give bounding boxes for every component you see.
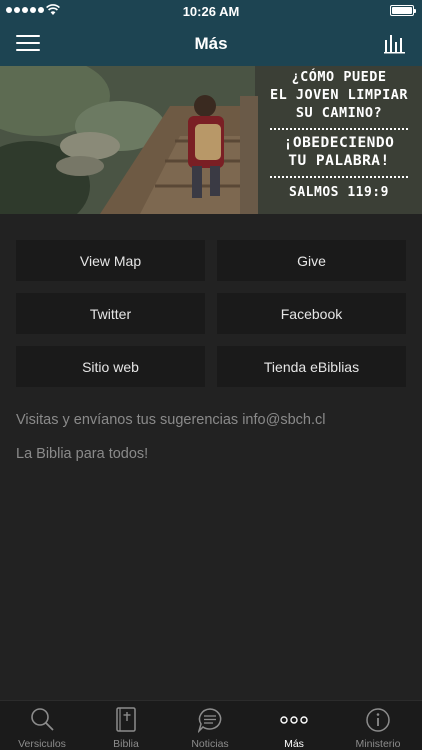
tab-bar: Versiculos Biblia Noticias Más Ministeri… [0, 700, 422, 750]
more-icon [280, 716, 308, 724]
banner-image: ¿CÓMO PUEDE EL JOVEN LIMPIAR SU CAMINO? … [0, 66, 422, 214]
nav-bar: Más [0, 22, 422, 66]
website-button[interactable]: Sitio web [16, 346, 205, 387]
verse-question-line: EL JOVEN LIMPIAR [269, 87, 409, 103]
twitter-button[interactable]: Twitter [16, 293, 205, 334]
bible-icon [116, 707, 136, 732]
tab-versiculos[interactable]: Versiculos [0, 701, 84, 750]
tab-label: Más [284, 738, 304, 750]
tab-ministerio[interactable]: Ministerio [336, 701, 420, 750]
verse-question-line: ¿CÓMO PUEDE [291, 69, 387, 85]
page-title: Más [194, 34, 228, 53]
tab-noticias[interactable]: Noticias [168, 701, 252, 750]
contact-text: Visitas y envíanos tus sugerencias info@… [16, 412, 326, 428]
info-icon [366, 708, 390, 732]
status-time: 10:26 AM [182, 4, 240, 19]
slogan-text: La Biblia para todos! [16, 446, 149, 462]
store-button[interactable]: Tienda eBiblias [217, 346, 406, 387]
verse-answer-line: ¡OBEDECIENDO [283, 135, 395, 151]
status-bar: 10:26 AM [0, 0, 422, 22]
top-bar: 10:26 AM Más [0, 0, 422, 66]
stats-icon[interactable] [384, 32, 406, 54]
verse-reference: SALMOS 119:9 [289, 185, 389, 200]
tab-label: Noticias [191, 738, 229, 750]
news-icon [198, 708, 222, 733]
tab-label: Biblia [113, 738, 139, 750]
tab-label: Ministerio [355, 738, 401, 750]
tab-biblia[interactable]: Biblia [84, 701, 168, 750]
dotted-divider [270, 176, 408, 178]
view-map-button[interactable]: View Map [16, 240, 205, 281]
search-icon [31, 708, 54, 731]
facebook-button[interactable]: Facebook [217, 293, 406, 334]
verse-answer-line: TU PALABRA! [288, 153, 390, 169]
verse-overlay: ¿CÓMO PUEDE EL JOVEN LIMPIAR SU CAMINO? … [264, 68, 414, 202]
battery-icon [390, 5, 416, 16]
tab-label: Versiculos [18, 738, 66, 750]
dotted-divider [270, 128, 408, 130]
give-button[interactable]: Give [217, 240, 406, 281]
tab-mas[interactable]: Más [252, 701, 336, 750]
verse-question-line: SU CAMINO? [295, 105, 383, 121]
